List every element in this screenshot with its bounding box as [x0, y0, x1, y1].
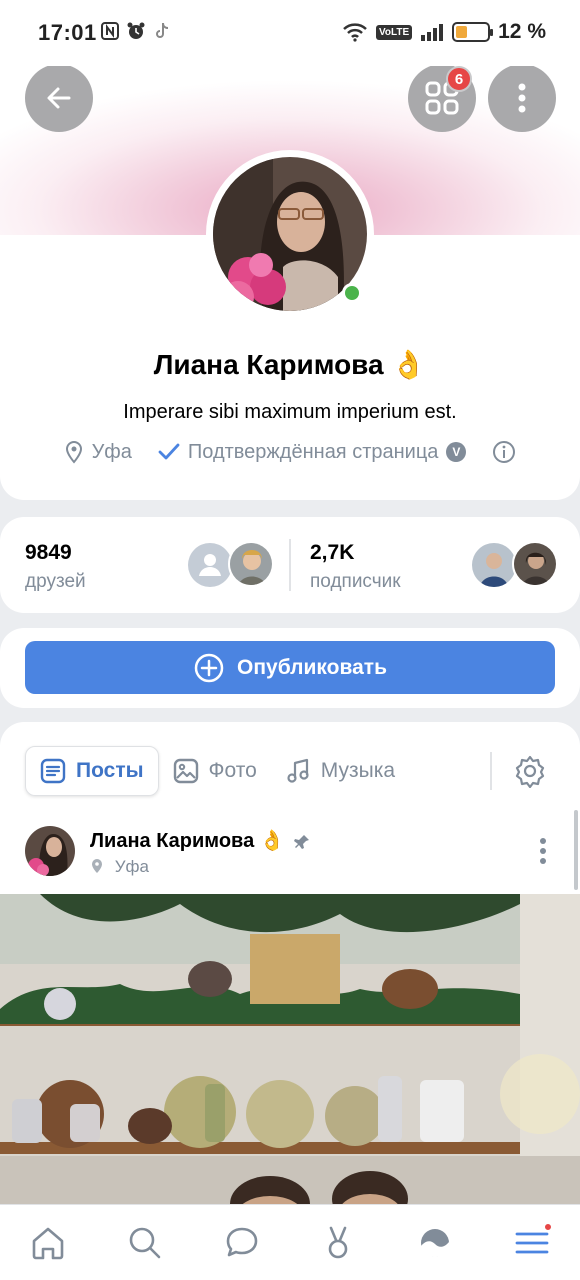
services-icon [420, 1228, 449, 1257]
follower-avatar [472, 543, 516, 587]
profile-name: Лиана Каримова [153, 349, 384, 380]
friends-label: друзей [25, 571, 86, 592]
status-bar: 17:01 VoLTE 12 % [0, 0, 580, 66]
nav-search[interactable] [120, 1218, 170, 1268]
publish-card: Опубликовать [0, 628, 580, 708]
check-icon [158, 443, 180, 460]
stats-divider [289, 539, 291, 591]
tab-label: Фото [208, 759, 257, 782]
wifi-icon [343, 23, 367, 42]
nav-menu[interactable] [507, 1218, 557, 1268]
battery-icon [452, 22, 494, 42]
gear-icon [515, 755, 545, 788]
volte-badge: VoLTE [375, 24, 413, 40]
music-icon [287, 758, 309, 783]
menu-notification-dot [542, 1221, 553, 1232]
scrollbar[interactable] [574, 810, 578, 890]
tab-label: Посты [76, 759, 144, 782]
profile-name-row: Лиана Каримова 👌 [0, 348, 580, 381]
followers-count: 2,7K [310, 541, 355, 564]
profile-card: 6 Лиана Каримова 👌 Imperare sibi maximum… [0, 0, 580, 500]
stats-card: 9849 друзей 2,7K подписчик [0, 517, 580, 613]
nav-messages[interactable] [217, 1218, 267, 1268]
tab-photo[interactable]: Фото [159, 746, 271, 796]
post-author-emoji: 👌 [259, 830, 285, 852]
plus-circle-icon [194, 653, 224, 682]
tiktok-icon [156, 22, 169, 38]
post-author-row[interactable]: Лиана Каримова 👌 [90, 828, 310, 853]
more-vertical-icon [540, 838, 546, 864]
photo-icon [173, 758, 198, 784]
profile-status[interactable]: Imperare sibi maximum imperium est. [0, 401, 580, 424]
clips-icon [328, 1226, 348, 1258]
name-emoji: 👌 [391, 349, 427, 380]
nav-services[interactable] [410, 1218, 460, 1268]
info-icon[interactable] [492, 440, 516, 464]
location-pin-icon [92, 859, 102, 873]
profile-city[interactable]: Уфа [92, 441, 132, 464]
post-menu-button[interactable] [531, 836, 555, 866]
tabs-divider [490, 752, 492, 790]
post-location: Уфа [114, 857, 149, 876]
back-button[interactable] [25, 64, 93, 132]
content-tabs: Посты Фото Музыка [25, 746, 555, 796]
post-header: Лиана Каримова 👌 Уфа [25, 824, 555, 880]
tab-label: Музыка [320, 759, 396, 782]
status-right-icons: VoLTE 12 % [342, 20, 546, 44]
user-icon [199, 554, 221, 576]
content-card: Посты Фото Музыка Лиана Каримова 👌 Уфа [0, 722, 580, 1280]
more-vertical-icon [518, 83, 526, 113]
search-icon [129, 1227, 161, 1258]
post-location-row: Уфа [90, 857, 149, 877]
signal-icon [421, 24, 444, 41]
arrow-left-icon [47, 87, 71, 109]
post-image[interactable] [0, 894, 580, 1214]
battery-percent: 12 % [498, 20, 546, 43]
status-notification-icons [100, 21, 172, 41]
nav-home[interactable] [23, 1218, 73, 1268]
posts-icon [40, 758, 66, 784]
location-pin-icon [65, 440, 82, 464]
verified-label[interactable]: Подтверждённая страница [188, 441, 439, 464]
home-icon [33, 1227, 64, 1259]
friend-avatar [228, 541, 274, 587]
services-button[interactable]: 6 [408, 64, 476, 132]
profile-avatar[interactable] [206, 150, 374, 318]
nav-clips[interactable] [313, 1218, 363, 1268]
verified-badge: V [446, 442, 467, 462]
online-indicator [342, 283, 362, 303]
profile-meta: Уфа Подтверждённая страница V [0, 440, 580, 464]
notification-badge: 6 [446, 66, 472, 92]
followers-label: подписчик [310, 571, 401, 592]
nfc-icon [101, 22, 119, 40]
messages-icon [226, 1227, 257, 1256]
post-author: Лиана Каримова [90, 830, 255, 852]
alarm-icon [127, 22, 145, 39]
bottom-navigation [0, 1204, 580, 1280]
tab-posts[interactable]: Посты [25, 746, 159, 796]
post-author-avatar[interactable] [25, 826, 75, 876]
pin-icon [294, 834, 310, 849]
publish-button[interactable]: Опубликовать [25, 641, 555, 694]
friends-count: 9849 [25, 541, 72, 564]
settings-button[interactable] [510, 751, 550, 791]
tab-music[interactable]: Музыка [271, 746, 409, 796]
follower-avatar [512, 541, 558, 587]
more-button[interactable] [488, 64, 556, 132]
friend-avatar-placeholder [188, 543, 232, 587]
battery-level [456, 26, 468, 38]
status-time: 17:01 [38, 20, 97, 45]
publish-label: Опубликовать [237, 655, 387, 679]
